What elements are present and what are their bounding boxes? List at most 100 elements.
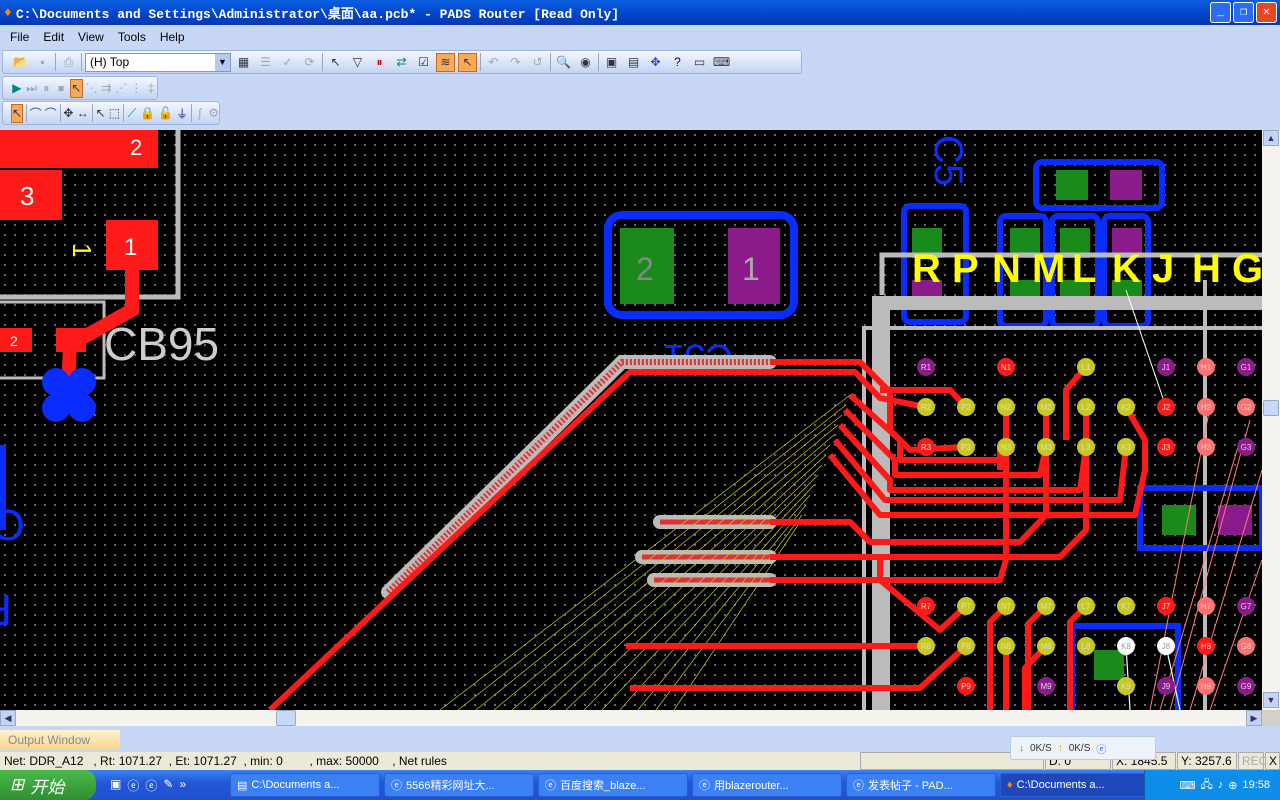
pin-J2[interactable]: J2 [1157, 398, 1175, 416]
pin-J9[interactable]: J9 [1157, 677, 1175, 695]
pin-K8[interactable]: K8 [1117, 637, 1135, 655]
pin-K2[interactable]: K2 [1117, 398, 1135, 416]
pin-H9[interactable]: H9 [1197, 677, 1215, 695]
scroll-down-button[interactable]: ▼ [1263, 692, 1279, 708]
pin-G8[interactable]: G8 [1237, 637, 1255, 655]
pin-M7[interactable]: M7 [1037, 597, 1055, 615]
zoom-board-icon[interactable]: ◉ [576, 53, 595, 72]
pin-N8[interactable]: N8 [997, 637, 1015, 655]
print-icon[interactable]: ⎙ [59, 53, 78, 72]
more-icon[interactable]: » [179, 777, 186, 794]
task-button[interactable]: ⓔ 5566精彩网址大... [384, 773, 534, 797]
select-area-icon[interactable]: ⬚ [109, 104, 120, 123]
keyboard-icon[interactable]: ⌨ [712, 53, 731, 72]
pin-J8[interactable]: J8 [1157, 637, 1175, 655]
start-button[interactable]: ⊞ 开始 [0, 770, 96, 800]
pin-L8[interactable]: L8 [1077, 637, 1095, 655]
report-icon[interactable]: ▣ [602, 53, 621, 72]
pin-L2[interactable]: L2 [1077, 398, 1095, 416]
pin-R8[interactable]: R8 [917, 637, 935, 655]
output-window-tab[interactable]: Output Window [0, 730, 120, 750]
pin-M9[interactable]: M9 [1037, 677, 1055, 695]
menu-edit[interactable]: Edit [43, 30, 64, 44]
pin-N3[interactable]: N3 [997, 438, 1015, 456]
status-close-button[interactable]: X [1265, 752, 1280, 770]
dynamic-route-icon[interactable]: ⌒ [45, 104, 57, 123]
vertical-scrollbar[interactable]: ▲ ▼ [1262, 130, 1280, 710]
notepad-icon[interactable]: ✎ [163, 777, 173, 794]
fanout-icon[interactable]: ⋱ [86, 79, 98, 98]
task-button[interactable]: ⓔ 用blazerouter... [692, 773, 842, 797]
tune-icon[interactable]: ‡ [145, 79, 157, 98]
pin-P7[interactable]: P7 [957, 597, 975, 615]
pan-icon[interactable]: ✥ [646, 53, 665, 72]
volume-icon[interactable]: ♪ [1218, 779, 1224, 791]
stop-icon[interactable]: ⏹ [55, 79, 67, 98]
add-route-icon[interactable]: ⌒ [30, 104, 42, 123]
center-icon[interactable]: ⋮ [130, 79, 142, 98]
pattern-icon[interactable]: ⇉ [101, 79, 113, 98]
pcb-canvas[interactable]: 2 3 1 1 2 CB95 C119 R178 2 1 C51 C5 RPNM… [0, 130, 1262, 710]
pause-icon[interactable]: ⏸ [370, 53, 389, 72]
via-icon[interactable]: ⏚ [176, 104, 188, 123]
network-icon[interactable]: 🖧 [1200, 776, 1212, 795]
redraw-icon[interactable]: ↺ [528, 53, 547, 72]
drc-filter-icon[interactable]: ▽ [348, 53, 367, 72]
pin-K7[interactable]: K7 [1117, 597, 1135, 615]
pin-M3[interactable]: M3 [1037, 438, 1055, 456]
pin-N2[interactable]: N2 [997, 398, 1015, 416]
refresh-icon[interactable]: ⟳ [300, 53, 319, 72]
pin-P2[interactable]: P2 [957, 398, 975, 416]
menu-file[interactable]: File [10, 30, 29, 44]
pin-J1[interactable]: J1 [1157, 358, 1175, 376]
menu-help[interactable]: Help [160, 30, 185, 44]
pin-R7[interactable]: R7 [917, 597, 935, 615]
close-button[interactable]: ✕ [1256, 2, 1277, 23]
select-corner-icon[interactable]: ↖ [95, 104, 106, 123]
task-button-active[interactable]: ♦ C:\Documents a... [1000, 773, 1150, 797]
minimize-button[interactable]: _ [1210, 2, 1231, 23]
pin-P3[interactable]: P3 [957, 438, 975, 456]
window-icon[interactable]: ▭ [690, 53, 709, 72]
move-icon[interactable]: ✥ [63, 104, 74, 123]
pin-H1[interactable]: H1 [1197, 358, 1215, 376]
pin-K3[interactable]: K3 [1117, 438, 1135, 456]
pin-G3[interactable]: G3 [1237, 438, 1255, 456]
trace-icon[interactable]: ⟋ [127, 104, 138, 123]
pin-J7[interactable]: J7 [1157, 597, 1175, 615]
pcb-drawing[interactable]: 2 3 1 1 2 CB95 C119 R178 2 1 C51 C5 RPNM… [0, 130, 1262, 710]
list-icon[interactable]: ☰ [256, 53, 275, 72]
undo-icon[interactable]: ↶ [484, 53, 503, 72]
optimize-icon[interactable]: ⋰ [115, 79, 127, 98]
pin-M8[interactable]: M8 [1037, 637, 1055, 655]
pin-J3[interactable]: J3 [1157, 438, 1175, 456]
scroll-up-button[interactable]: ▲ [1263, 130, 1279, 146]
verify-icon[interactable]: ☑ [414, 53, 433, 72]
check-icon[interactable]: ✓ [278, 53, 297, 72]
pause-route-icon[interactable]: ⏸ [41, 79, 53, 98]
scroll-right-button[interactable]: ▶ [1246, 710, 1262, 726]
pin-R3[interactable]: R3 [917, 438, 935, 456]
pin-G1[interactable]: G1 [1237, 358, 1255, 376]
horizontal-scroll-thumb[interactable] [276, 710, 296, 726]
chevron-down-icon[interactable]: ▼ [215, 53, 230, 71]
pin-R2[interactable]: R2 [917, 398, 935, 416]
pin-N7[interactable]: N7 [997, 597, 1015, 615]
select-route-icon[interactable]: ↖ [458, 52, 477, 72]
pin-L7[interactable]: L7 [1077, 597, 1095, 615]
menu-view[interactable]: View [78, 30, 104, 44]
pin-H8[interactable]: H8 [1197, 637, 1215, 655]
unlock-icon[interactable]: 🔓 [158, 104, 173, 123]
restore-button[interactable]: ❐ [1233, 2, 1254, 23]
run-icon[interactable]: ▶ [11, 79, 23, 98]
select-icon[interactable]: ↖ [11, 103, 24, 123]
pin-P9[interactable]: P9 [957, 677, 975, 695]
add-icon[interactable]: ⊕ [1228, 779, 1237, 792]
select-filter-icon[interactable]: ↖ [326, 53, 345, 72]
route-icon[interactable]: ⇄ [392, 53, 411, 72]
pin-L3[interactable]: L3 [1077, 438, 1095, 456]
pin-K9[interactable]: K9 [1117, 677, 1135, 695]
task-button[interactable]: ⓔ 发表帖子 - PAD... [846, 773, 996, 797]
pin-H2[interactable]: H2 [1197, 398, 1215, 416]
vertical-scroll-thumb[interactable] [1263, 400, 1279, 416]
